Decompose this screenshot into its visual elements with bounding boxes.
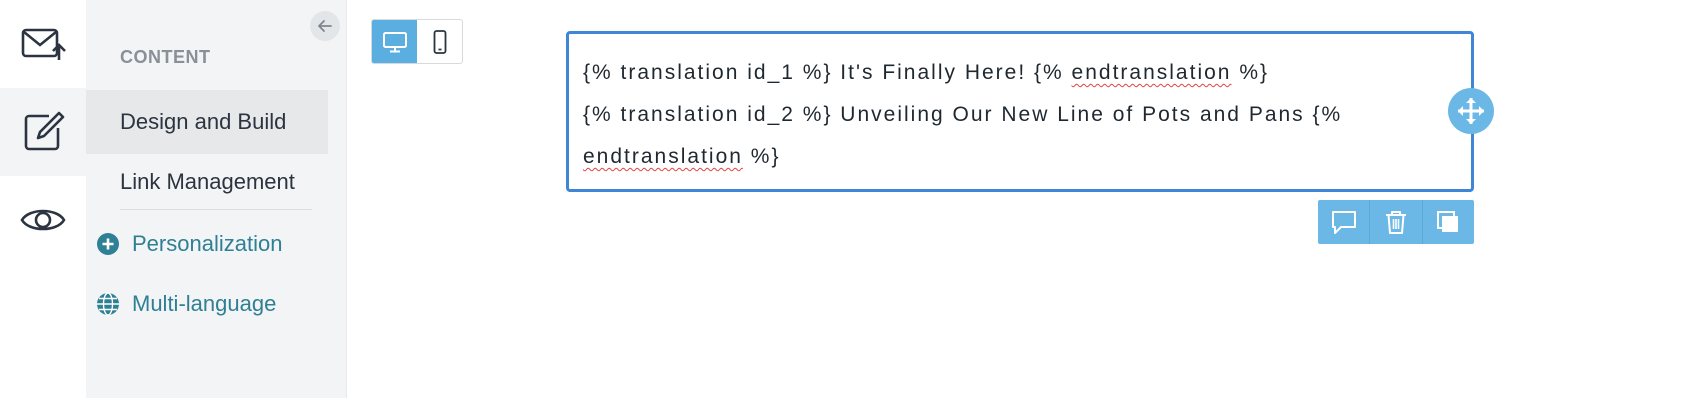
desktop-icon [382, 31, 407, 52]
spellcheck-word: endtranslation [1071, 61, 1232, 84]
comment-button[interactable] [1318, 200, 1371, 244]
eye-icon [20, 209, 66, 231]
rail-design-button[interactable] [0, 88, 86, 176]
duplicate-icon [1437, 211, 1459, 232]
icon-rail [0, 0, 87, 398]
multi-language-label: Multi-language [132, 291, 277, 316]
rail-email-button[interactable] [0, 0, 86, 88]
edit-icon [24, 111, 65, 151]
text-segment: {% translation id_1 %} It's Finally Here… [583, 61, 1072, 84]
spellcheck-word: endtranslation [583, 145, 743, 168]
arrow-left-icon [318, 20, 332, 32]
text-line-1: {% translation id_1 %} It's Finally Here… [583, 52, 1457, 94]
rail-preview-button[interactable] [0, 176, 86, 264]
personalization-link[interactable]: Personalization [96, 224, 282, 264]
personalization-label: Personalization [132, 231, 283, 256]
device-toggle [371, 19, 463, 64]
block-toolbar [1318, 200, 1474, 244]
trash-icon [1385, 211, 1406, 234]
text-line-3: endtranslation %} [583, 136, 1457, 178]
collapse-sidebar-button[interactable] [310, 11, 340, 41]
text-line-2: {% translation id_2 %} Unveiling Our New… [583, 103, 1343, 126]
plus-circle-icon [97, 233, 119, 255]
globe-icon [97, 292, 119, 316]
multi-language-link[interactable]: Multi-language [96, 284, 276, 324]
section-title: CONTENT [120, 47, 211, 67]
sidebar-item-design-and-build[interactable]: Design and Build [86, 90, 328, 154]
mobile-view-button[interactable] [417, 20, 462, 63]
delete-button[interactable] [1370, 200, 1423, 244]
mobile-icon [433, 29, 446, 54]
comment-icon [1331, 211, 1356, 234]
move-icon [1458, 98, 1484, 124]
text-content-block[interactable]: {% translation id_1 %} It's Finally Here… [566, 31, 1474, 192]
desktop-view-button[interactable] [372, 20, 417, 63]
text-segment: %} [1231, 61, 1270, 84]
divider [120, 209, 312, 210]
move-handle[interactable] [1448, 88, 1494, 134]
envelope-upload-icon [21, 28, 66, 60]
duplicate-button[interactable] [1423, 200, 1474, 244]
text-segment: %} [742, 145, 781, 168]
sidebar-item-link-management[interactable]: Link Management [86, 150, 328, 214]
